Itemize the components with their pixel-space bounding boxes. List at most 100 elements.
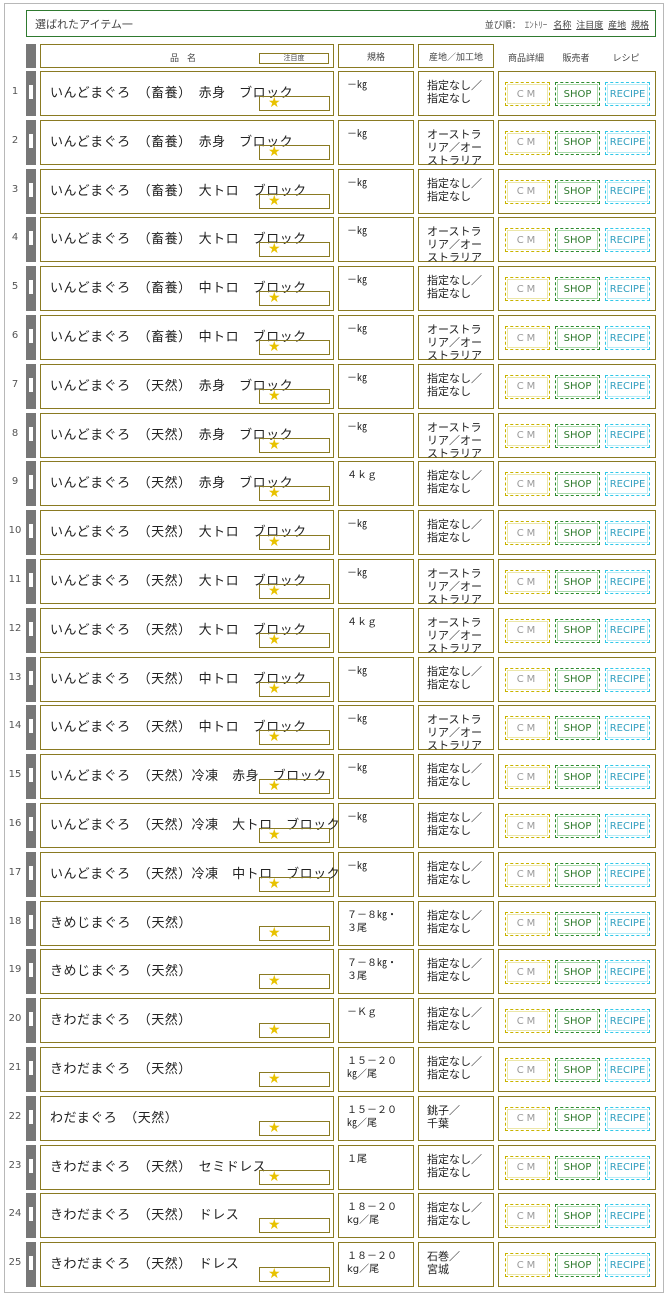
shop-button[interactable]: SHOP: [555, 862, 600, 887]
cm-button[interactable]: CM: [505, 911, 550, 936]
cm-button[interactable]: CM: [505, 374, 550, 399]
shop-button[interactable]: SHOP: [555, 765, 600, 790]
cm-button[interactable]: CM: [505, 862, 550, 887]
cm-button[interactable]: CM: [505, 130, 550, 155]
recipe-button[interactable]: RECIPE: [605, 1009, 650, 1034]
sort-link-spec[interactable]: 規格: [631, 21, 649, 31]
cm-button[interactable]: CM: [505, 1155, 550, 1180]
cm-button[interactable]: CM: [505, 1058, 550, 1082]
shop-button[interactable]: SHOP: [555, 911, 600, 936]
recipe-button[interactable]: RECIPE: [605, 1106, 650, 1131]
cm-button[interactable]: CM: [505, 765, 550, 790]
shop-button[interactable]: SHOP: [555, 82, 600, 106]
shop-button[interactable]: SHOP: [555, 228, 600, 253]
recipe-button[interactable]: RECIPE: [605, 179, 650, 204]
shop-button[interactable]: SHOP: [555, 130, 600, 155]
attention-rating: ★: [259, 1266, 330, 1283]
recipe-button[interactable]: RECIPE: [605, 960, 650, 985]
recipe-button[interactable]: RECIPE: [605, 570, 650, 594]
cm-button[interactable]: CM: [505, 423, 550, 448]
table-row: 17 いんどまぐろ （天然）冷凍 中トロ ブロック ★ －㎏ 指定なし／ 指定なし CM S…: [0, 851, 668, 897]
recipe-button[interactable]: RECIPE: [605, 521, 650, 546]
recipe-button[interactable]: RECIPE: [605, 374, 650, 399]
sort-link-name[interactable]: 名称: [553, 21, 571, 31]
product-name: わだまぐろ （天然）: [50, 1110, 179, 1126]
shop-button[interactable]: SHOP: [555, 1106, 600, 1131]
shop-button[interactable]: SHOP: [555, 618, 600, 643]
shop-button[interactable]: SHOP: [555, 716, 600, 741]
star-icon: ★: [268, 778, 281, 795]
cm-button[interactable]: CM: [505, 814, 550, 838]
cm-button[interactable]: CM: [505, 82, 550, 106]
recipe-button[interactable]: RECIPE: [605, 765, 650, 790]
recipe-button[interactable]: RECIPE: [605, 423, 650, 448]
recipe-button[interactable]: RECIPE: [605, 911, 650, 936]
recipe-button[interactable]: RECIPE: [605, 862, 650, 887]
shop-button[interactable]: SHOP: [555, 277, 600, 302]
shop-button[interactable]: SHOP: [555, 1009, 600, 1034]
cm-button[interactable]: CM: [505, 1009, 550, 1034]
shop-button[interactable]: SHOP: [555, 179, 600, 204]
product-origin: 指定なし／ 指定なし: [427, 518, 482, 545]
cm-button[interactable]: CM: [505, 570, 550, 594]
cm-button[interactable]: CM: [505, 1253, 550, 1278]
links-cell: CM SHOP RECIPE: [498, 1242, 656, 1288]
recipe-button[interactable]: RECIPE: [605, 277, 650, 302]
product-name: きめじまぐろ （天然）: [50, 915, 193, 931]
shop-button[interactable]: SHOP: [555, 1253, 600, 1278]
product-name: いんどまぐろ （畜養） 赤身 ブロック: [50, 86, 294, 101]
row-marker: [29, 1158, 33, 1173]
recipe-button[interactable]: RECIPE: [605, 130, 650, 155]
shop-button[interactable]: SHOP: [555, 326, 600, 350]
shop-button[interactable]: SHOP: [555, 1204, 600, 1229]
shop-button[interactable]: SHOP: [555, 814, 600, 838]
product-spec: －㎏: [347, 80, 367, 91]
recipe-button[interactable]: RECIPE: [605, 472, 650, 497]
origin-cell: 指定なし／ 指定なし: [418, 71, 494, 116]
recipe-button[interactable]: RECIPE: [605, 618, 650, 643]
row-stripe: [26, 412, 36, 458]
cm-button[interactable]: CM: [505, 472, 550, 497]
product-spec: －㎏: [347, 372, 367, 384]
cm-button[interactable]: CM: [505, 716, 550, 741]
row-marker: [29, 817, 33, 831]
sort-link-attention[interactable]: 注目度: [576, 21, 603, 31]
recipe-button[interactable]: RECIPE: [605, 1204, 650, 1229]
shop-button[interactable]: SHOP: [555, 374, 600, 399]
recipe-button[interactable]: RECIPE: [605, 716, 650, 741]
cm-button[interactable]: CM: [505, 228, 550, 253]
shop-button[interactable]: SHOP: [555, 570, 600, 594]
product-name-cell: いんどまぐろ （天然） 赤身 ブロック ★: [40, 363, 334, 409]
cm-button[interactable]: CM: [505, 960, 550, 985]
shop-button[interactable]: SHOP: [555, 521, 600, 546]
recipe-button[interactable]: RECIPE: [605, 1155, 650, 1180]
shop-button[interactable]: SHOP: [555, 960, 600, 985]
product-spec: １８－２０ kg／尾: [347, 1202, 397, 1227]
cm-button[interactable]: CM: [505, 1204, 550, 1229]
recipe-button[interactable]: RECIPE: [605, 1058, 650, 1082]
shop-button[interactable]: SHOP: [555, 667, 600, 692]
shop-button[interactable]: SHOP: [555, 423, 600, 448]
cm-button[interactable]: CM: [505, 667, 550, 692]
shop-button[interactable]: SHOP: [555, 472, 600, 497]
recipe-button[interactable]: RECIPE: [605, 228, 650, 253]
shop-button[interactable]: SHOP: [555, 1058, 600, 1082]
header-stripe: [26, 44, 36, 68]
shop-button[interactable]: SHOP: [555, 1155, 600, 1180]
recipe-button[interactable]: RECIPE: [605, 1253, 650, 1278]
recipe-button[interactable]: RECIPE: [605, 667, 650, 692]
product-name-cell: いんどまぐろ （畜養） 赤身 ブロック ★: [40, 119, 334, 165]
cm-button[interactable]: CM: [505, 618, 550, 643]
recipe-button[interactable]: RECIPE: [605, 82, 650, 106]
recipe-button[interactable]: RECIPE: [605, 814, 650, 838]
cm-button[interactable]: CM: [505, 521, 550, 546]
cm-button[interactable]: CM: [505, 326, 550, 350]
cm-button[interactable]: CM: [505, 179, 550, 204]
product-name-cell: いんどまぐろ （畜養） 中トロ ブロック ★: [40, 266, 334, 312]
links-cell: CM SHOP RECIPE: [498, 1144, 656, 1190]
cm-button[interactable]: CM: [505, 1106, 550, 1131]
recipe-button[interactable]: RECIPE: [605, 326, 650, 350]
sort-link-origin[interactable]: 産地: [608, 21, 626, 31]
cm-button[interactable]: CM: [505, 277, 550, 302]
attention-rating: ★: [259, 485, 330, 502]
